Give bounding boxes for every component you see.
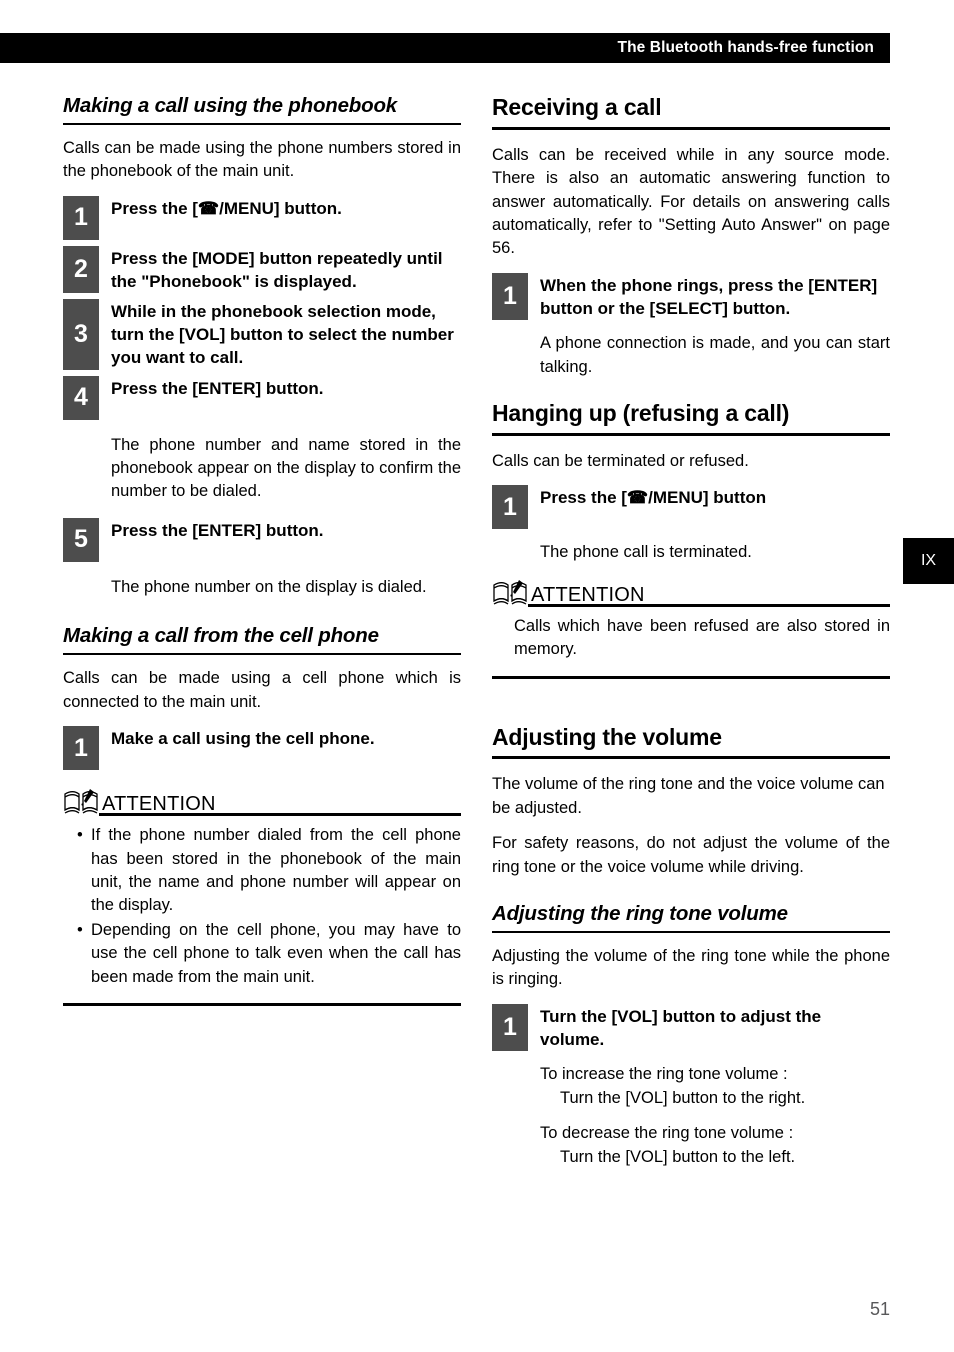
heading-rule: [492, 756, 890, 760]
heading-receiving-a-call: Receiving a call: [492, 94, 662, 120]
attention-text: Calls which have been refused are also s…: [514, 616, 890, 659]
step-content: Press the [ENTER] button.: [99, 518, 461, 562]
step-title: Press the [ENTER] button.: [111, 520, 324, 540]
left-column: Making a call using the phonebook Calls …: [63, 94, 461, 1007]
step-content: Turn the [VOL] button to adjust the volu…: [528, 1004, 890, 1052]
step-item: 2 Press the [MODE] button repeatedly unt…: [63, 245, 461, 294]
step-item: 1 When the phone rings, press the [ENTER…: [492, 272, 890, 321]
step-item: 5 Press the [ENTER] button.: [63, 517, 461, 562]
step-number-badge: 1: [492, 1003, 528, 1052]
chapter-tab: IX: [903, 538, 954, 584]
step-content: Press the [ENTER] button.: [99, 376, 461, 420]
step-result-text: The phone number on the display is diale…: [111, 577, 427, 596]
step-item: 1 Turn the [VOL] button to adjust the vo…: [492, 1003, 890, 1052]
step-content: Press the [☎/MENU] button: [528, 485, 890, 529]
intro-receiving-a-call: Calls can be received while in any sourc…: [492, 145, 890, 258]
heading-rule: [492, 126, 890, 130]
intro-making-call-phonebook: Calls can be made using the phone number…: [63, 138, 461, 181]
step-item: 1 Press the [☎/MENU] button.: [63, 195, 461, 240]
attention-bottom-rule: [492, 675, 890, 679]
step-title: Press the [☎/MENU] button: [540, 488, 767, 508]
step-item: 4 Press the [ENTER] button.: [63, 375, 461, 420]
intro-making-call-cell-phone: Calls can be made using a cell phone whi…: [63, 669, 461, 711]
heading-making-call-phonebook: Making a call using the phonebook: [63, 94, 397, 117]
attention-list: If the phone number dialed from the cell…: [63, 824, 461, 989]
volume-note-lead: To increase the ring tone volume :: [540, 1065, 788, 1084]
volume-note-detail: Turn the [VOL] button to the right.: [560, 1088, 806, 1107]
heading-making-call-cell-phone: Making a call from the cell phone: [63, 624, 379, 648]
heading-rule: [492, 931, 890, 934]
heading-adjusting-ring-tone-volume: Adjusting the ring tone volume: [492, 902, 788, 926]
step-number-badge: 5: [63, 517, 99, 562]
step-number-badge: 1: [63, 726, 99, 771]
attention-block: ATTENTION If the phone number dialed fro…: [63, 788, 461, 1007]
heading-adjusting-the-volume: Adjusting the volume: [492, 723, 722, 750]
step-content: While in the phonebook selection mode, t…: [99, 299, 461, 369]
page-number: 51: [869, 1299, 890, 1319]
step-number-badge: 1: [63, 195, 99, 240]
intro-adjusting-ring-tone-volume: Adjusting the volume of the ring tone wh…: [492, 947, 890, 989]
step-result-text: A phone connection is made, and you can …: [540, 334, 890, 376]
attention-label: ATTENTION: [531, 583, 645, 606]
volume-note-lead: To decrease the ring tone volume :: [540, 1124, 794, 1143]
heading-rule: [492, 432, 890, 436]
step-title: Turn the [VOL] button to adjust the volu…: [540, 1006, 822, 1049]
intro-adjusting-volume-1: The volume of the ring tone and the voic…: [492, 775, 885, 817]
intro-hanging-up: Calls can be terminated or refused.: [492, 451, 749, 470]
step-item: 1 Make a call using the cell phone.: [63, 726, 461, 771]
attention-bottom-rule: [63, 1003, 461, 1007]
volume-note: To increase the ring tone volume : Turn …: [540, 1063, 890, 1110]
step-title: Press the [☎/MENU] button.: [111, 198, 342, 218]
attention-header: ATTENTION: [63, 788, 461, 816]
chapter-tab-label: IX: [920, 552, 937, 569]
attention-block: ATTENTION Calls which have been refused …: [492, 579, 890, 679]
step-item: 3 While in the phonebook selection mode,…: [63, 299, 461, 370]
step-number-badge: 4: [63, 375, 99, 420]
step-result-text: The phone number and name stored in the …: [111, 435, 461, 501]
step-title: When the phone rings, press the [ENTER] …: [540, 275, 878, 318]
volume-note-detail: Turn the [VOL] button to the left.: [560, 1147, 796, 1166]
attention-header: ATTENTION: [492, 579, 890, 607]
open-book-attention-icon: [492, 579, 530, 607]
heading-hanging-up: Hanging up (refusing a call): [492, 400, 790, 427]
step-result-text: The phone call is terminated.: [540, 543, 752, 562]
step-content: Make a call using the cell phone.: [99, 726, 461, 770]
right-column: Receiving a call Calls can be received w…: [492, 94, 890, 1169]
volume-note: To decrease the ring tone volume : Turn …: [540, 1122, 890, 1169]
step-item: 1 Press the [☎/MENU] button: [492, 485, 890, 530]
intro-adjusting-volume-2: For safety reasons, do not adjust the vo…: [492, 834, 890, 876]
step-content: When the phone rings, press the [ENTER] …: [528, 273, 890, 321]
running-header-title: The Bluetooth hands-free function: [617, 39, 874, 56]
step-number-badge: 2: [63, 245, 99, 294]
step-title: Make a call using the cell phone.: [111, 729, 375, 749]
attention-label: ATTENTION: [102, 793, 216, 816]
heading-rule: [63, 653, 461, 656]
attention-list-item: Depending on the cell phone, you may hav…: [77, 919, 461, 989]
step-content: Press the [MODE] button repeatedly until…: [99, 246, 461, 294]
step-number-badge: 3: [63, 299, 99, 370]
step-title: Press the [ENTER] button.: [111, 378, 324, 398]
heading-rule: [63, 122, 461, 125]
step-number-badge: 1: [492, 485, 528, 530]
step-content: Press the [☎/MENU] button.: [99, 196, 461, 240]
running-header-bar: The Bluetooth hands-free function: [0, 33, 890, 63]
step-title: While in the phonebook selection mode, t…: [111, 302, 454, 367]
open-book-attention-icon: [63, 788, 101, 816]
step-title: Press the [MODE] button repeatedly until…: [111, 248, 443, 291]
step-number-badge: 1: [492, 272, 528, 321]
attention-list-item: If the phone number dialed from the cell…: [77, 824, 461, 918]
